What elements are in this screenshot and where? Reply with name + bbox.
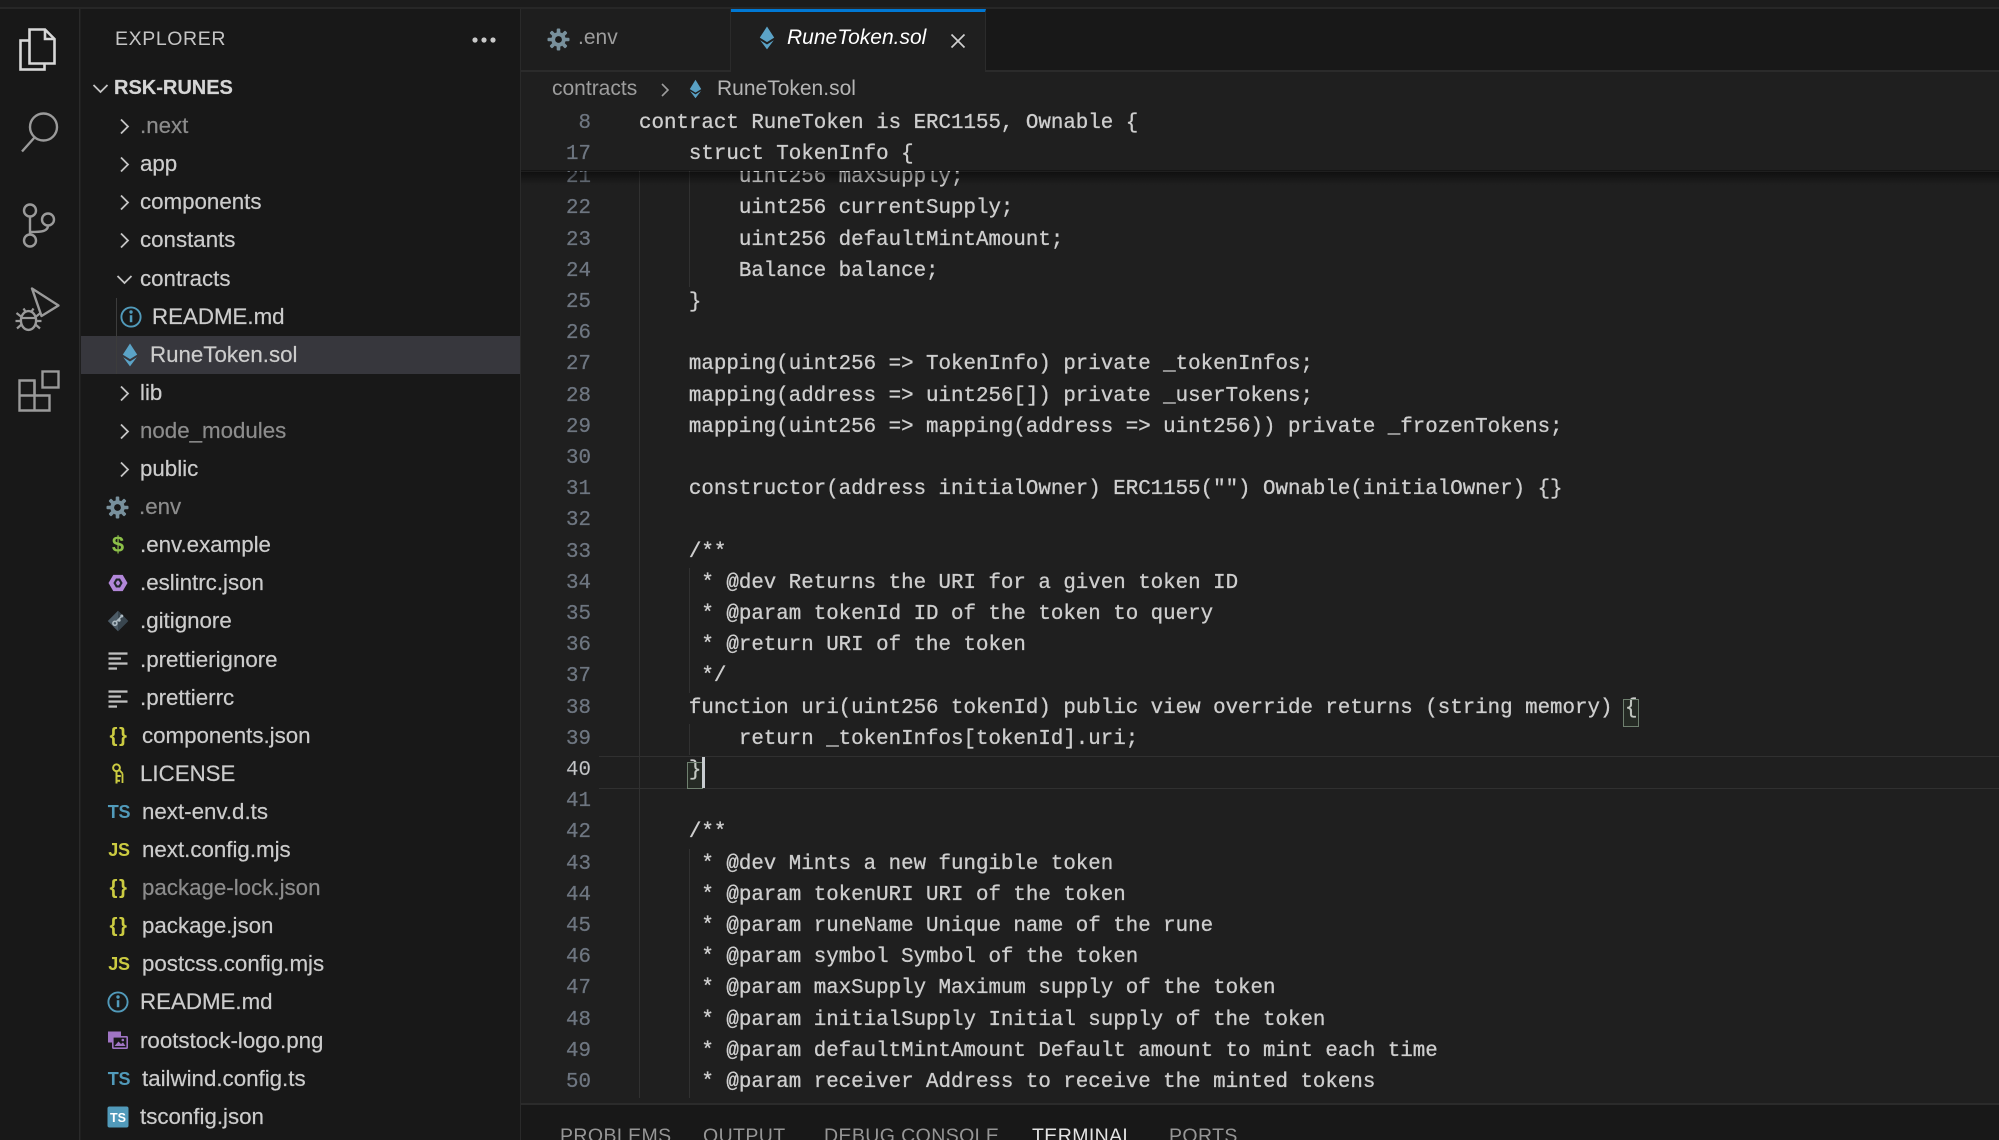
svg-text:TS: TS bbox=[110, 1111, 126, 1125]
